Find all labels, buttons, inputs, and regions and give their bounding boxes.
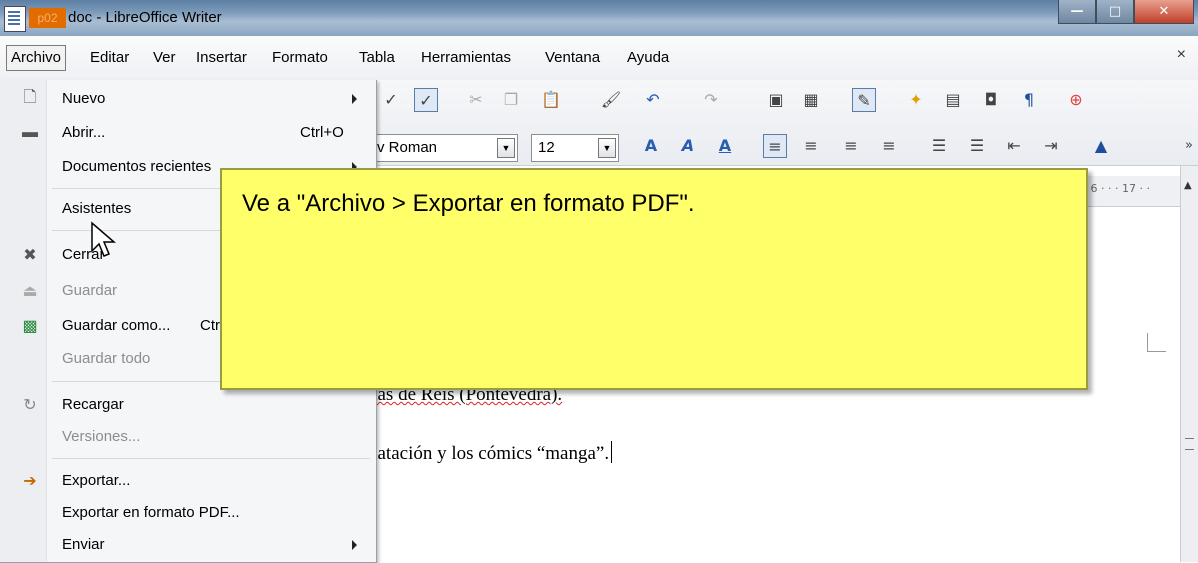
align-left-icon[interactable]: ≡ (763, 134, 787, 158)
underline-icon[interactable]: A (714, 134, 736, 156)
menu-ventana[interactable]: Ventana (541, 46, 604, 70)
help-icon[interactable]: ⊕ (1065, 88, 1087, 110)
data-sources-icon[interactable]: ◘ (980, 88, 1002, 110)
maximize-button[interactable]: □ (1096, 0, 1134, 24)
justify-icon[interactable]: ≡ (878, 134, 900, 156)
menu-bar: Archivo Editar Ver Insertar Formato Tabl… (0, 36, 1198, 81)
bold-icon[interactable]: A (640, 134, 662, 156)
menu-ver[interactable]: Ver (149, 46, 180, 70)
menu-separator (52, 458, 370, 459)
paste-icon[interactable]: 📋 (540, 88, 562, 110)
auto-spellcheck-icon[interactable]: ✓ (414, 88, 438, 112)
numbering-icon[interactable]: ☰ (928, 134, 950, 156)
new-document-icon: 🗋 (23, 88, 37, 106)
open-folder-icon: ▬ (22, 124, 38, 141)
reload-icon: ↻ (23, 397, 37, 414)
bullets-icon[interactable]: ☰ (966, 134, 988, 156)
submenu-arrow-icon (352, 540, 357, 550)
instruction-callout: Ve a "Archivo > Exportar en formato PDF"… (220, 168, 1088, 390)
save-icon: ⏏ (22, 283, 38, 300)
close-document-button[interactable]: × (1177, 46, 1186, 64)
vertical-scrollbar[interactable]: ▲ (1180, 166, 1198, 562)
menu-ayuda[interactable]: Ayuda (623, 46, 673, 70)
window-controls: — □ ✕ (1058, 0, 1194, 24)
align-right-icon[interactable]: ≡ (840, 134, 862, 156)
menu-item-enviar[interactable]: Enviar (0, 530, 376, 560)
save-as-icon: ▩ (22, 318, 38, 335)
menu-item-exportar-pdf[interactable]: Exportar en formato PDF... (0, 498, 376, 528)
menu-item-nuevo[interactable]: 🗋 Nuevo (0, 84, 376, 114)
document-line-2[interactable]: natación y los cómics “manga”. (368, 441, 613, 465)
image-icon[interactable]: ▣ (765, 88, 787, 110)
export-icon: ➔ (23, 473, 37, 490)
formatting-marks-icon[interactable]: ¶ (1018, 88, 1040, 110)
document-name-redacted: p02 (29, 8, 66, 28)
cut-icon[interactable]: ✂ (465, 88, 487, 110)
menu-item-exportar[interactable]: ➔ Exportar... (0, 466, 376, 496)
menu-item-abrir[interactable]: ▬ Abrir... Ctrl+O (0, 118, 376, 148)
mouse-pointer-icon (91, 221, 117, 257)
scroll-grip-icon[interactable] (1185, 438, 1194, 450)
undo-icon[interactable]: ↶ (642, 88, 664, 110)
menu-item-recargar[interactable]: ↻ Recargar (0, 390, 376, 420)
writer-document-icon (4, 6, 26, 32)
scroll-up-icon[interactable]: ▲ (1184, 180, 1192, 191)
menu-editar[interactable]: Editar (86, 46, 133, 70)
text-cursor (611, 441, 613, 463)
ruler-marks: 6 · · · 17 · · (1090, 182, 1150, 195)
spellcheck-icon[interactable]: ✓ (380, 88, 402, 110)
font-size-field[interactable]: 12 ▼ (531, 134, 619, 162)
menu-tabla[interactable]: Tabla (355, 46, 399, 70)
align-center-icon[interactable]: ≡ (800, 134, 822, 156)
menu-insertar[interactable]: Insertar (192, 46, 251, 70)
chevron-down-icon[interactable]: ▼ (497, 138, 515, 158)
chevron-down-icon[interactable]: ▼ (598, 138, 616, 158)
decrease-indent-icon[interactable]: ⇤ (1003, 134, 1025, 156)
submenu-arrow-icon (352, 94, 357, 104)
copy-icon[interactable]: ❐ (500, 88, 522, 110)
menu-formato[interactable]: Formato (268, 46, 332, 70)
navigator-icon[interactable]: ✦ (905, 88, 927, 110)
callout-text: Ve a "Archivo > Exportar en formato PDF"… (242, 190, 695, 217)
toolbar-overflow-icon[interactable]: » (1178, 134, 1198, 156)
draw-functions-icon[interactable]: ✎ (852, 88, 876, 112)
clone-format-icon[interactable]: 🖌 (600, 88, 622, 110)
menu-archivo[interactable]: Archivo (6, 45, 67, 71)
minimize-button[interactable]: — (1058, 0, 1096, 24)
gallery-icon[interactable]: ▤ (942, 88, 964, 110)
window-title: doc - LibreOffice Writer (68, 9, 222, 26)
redo-icon[interactable]: ↷ (700, 88, 722, 110)
title-bar: p02 doc - LibreOffice Writer — □ ✕ (0, 0, 1198, 36)
page-margin-corner (1147, 333, 1166, 352)
menu-herramientas[interactable]: Herramientas (417, 46, 515, 70)
close-document-icon: ✖ (23, 247, 37, 264)
italic-icon[interactable]: A (677, 134, 699, 156)
font-name-field[interactable]: v Roman ▼ (360, 134, 518, 162)
table-icon[interactable]: ▦ (800, 88, 822, 110)
font-color-icon[interactable]: ▲ (1090, 134, 1112, 156)
increase-indent-icon[interactable]: ⇥ (1040, 134, 1062, 156)
menu-item-versiones[interactable]: Versiones... (0, 422, 376, 452)
close-window-button[interactable]: ✕ (1134, 0, 1194, 24)
